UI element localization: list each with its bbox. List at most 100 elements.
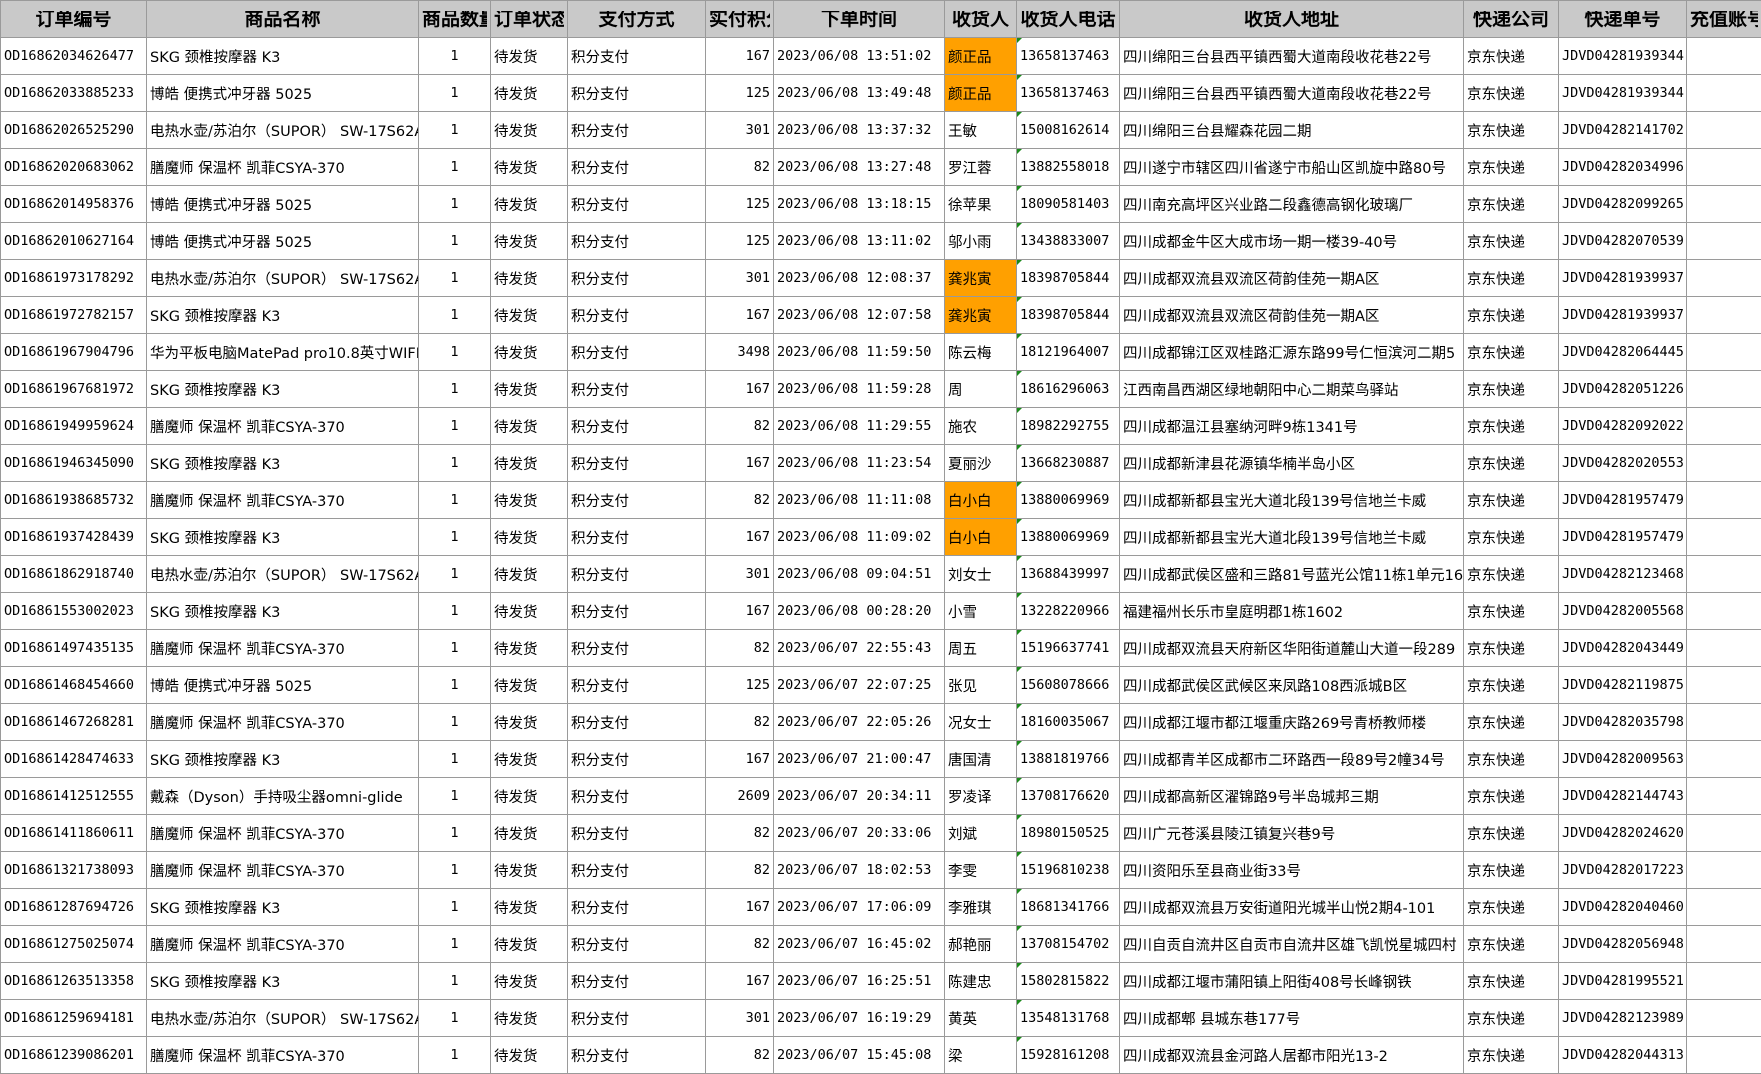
order-id-cell[interactable]: OD16861938685732 — [0, 481, 147, 519]
tracking-number-cell[interactable]: JDVD04282040460 — [1558, 888, 1687, 926]
tracking-number-cell[interactable]: JDVD04282123468 — [1558, 555, 1687, 593]
order-time-cell[interactable]: 2023/06/08 09:04:51 — [773, 555, 945, 593]
recharge-account-cell[interactable] — [1686, 333, 1761, 371]
tracking-number-cell[interactable]: JDVD04282009563 — [1558, 740, 1687, 778]
recipient-name-cell[interactable]: 王敏 — [944, 111, 1017, 149]
order-id-cell[interactable]: OD16861967681972 — [0, 370, 147, 408]
order-id-cell[interactable]: OD16861937428439 — [0, 518, 147, 556]
order-status-cell[interactable]: 待发货 — [490, 185, 568, 223]
order-time-cell[interactable]: 2023/06/08 13:27:48 — [773, 148, 945, 186]
order-time-cell[interactable]: 2023/06/07 16:25:51 — [773, 962, 945, 1000]
order-id-cell[interactable]: OD16861428474633 — [0, 740, 147, 778]
recipient-phone-cell[interactable]: 18121964007 — [1016, 333, 1120, 371]
courier-cell[interactable]: 京东快递 — [1463, 370, 1559, 408]
order-id-cell[interactable]: OD16861467268281 — [0, 703, 147, 741]
order-status-cell[interactable]: 待发货 — [490, 666, 568, 704]
quantity-cell[interactable]: 1 — [418, 999, 491, 1037]
recipient-address-cell[interactable]: 四川资阳乐至县商业街33号 — [1119, 851, 1464, 889]
tracking-number-cell[interactable]: JDVD04282064445 — [1558, 333, 1687, 371]
points-cell[interactable]: 82 — [705, 629, 774, 667]
courier-cell[interactable]: 京东快递 — [1463, 296, 1559, 334]
tracking-number-cell[interactable]: JDVD04281939344 — [1558, 37, 1687, 75]
recharge-account-cell[interactable] — [1686, 888, 1761, 926]
recipient-address-cell[interactable]: 四川成都郫 县城东巷177号 — [1119, 999, 1464, 1037]
recipient-phone-cell[interactable]: 15608078666 — [1016, 666, 1120, 704]
recipient-address-cell[interactable]: 四川成都双流县万安街道阳光城半山悦2期4-101 — [1119, 888, 1464, 926]
order-time-cell[interactable]: 2023/06/07 15:45:08 — [773, 1036, 945, 1074]
recipient-phone-cell[interactable]: 13708154702 — [1016, 925, 1120, 963]
points-cell[interactable]: 125 — [705, 185, 774, 223]
order-time-cell[interactable]: 2023/06/08 11:29:55 — [773, 407, 945, 445]
order-time-cell[interactable]: 2023/06/08 13:37:32 — [773, 111, 945, 149]
payment-method-cell[interactable]: 积分支付 — [567, 666, 706, 704]
tracking-number-cell[interactable]: JDVD04282035798 — [1558, 703, 1687, 741]
recipient-address-cell[interactable]: 四川绵阳三台县西平镇西蜀大道南段收花巷22号 — [1119, 74, 1464, 112]
payment-method-cell[interactable]: 积分支付 — [567, 148, 706, 186]
tracking-number-cell[interactable]: JDVD04282044313 — [1558, 1036, 1687, 1074]
recipient-phone-cell[interactable]: 18616296063 — [1016, 370, 1120, 408]
order-status-cell[interactable]: 待发货 — [490, 333, 568, 371]
product-name-cell[interactable]: 膳魔师 保温杯 凯菲CSYA-370 — [146, 703, 419, 741]
payment-method-cell[interactable]: 积分支付 — [567, 999, 706, 1037]
recipient-name-cell[interactable]: 黄英 — [944, 999, 1017, 1037]
recipient-name-cell[interactable]: 施农 — [944, 407, 1017, 445]
order-time-cell[interactable]: 2023/06/08 11:11:08 — [773, 481, 945, 519]
quantity-cell[interactable]: 1 — [418, 666, 491, 704]
courier-cell[interactable]: 京东快递 — [1463, 37, 1559, 75]
courier-cell[interactable]: 京东快递 — [1463, 592, 1559, 630]
product-name-cell[interactable]: 戴森（Dyson）手持吸尘器omni-glide — [146, 777, 419, 815]
recipient-name-cell[interactable]: 李雯 — [944, 851, 1017, 889]
order-status-cell[interactable]: 待发货 — [490, 888, 568, 926]
order-id-cell[interactable]: OD16861287694726 — [0, 888, 147, 926]
payment-method-cell[interactable]: 积分支付 — [567, 185, 706, 223]
order-status-cell[interactable]: 待发货 — [490, 777, 568, 815]
recipient-address-cell[interactable]: 四川成都江堰市蒲阳镇上阳街408号长峰钢铁 — [1119, 962, 1464, 1000]
courier-cell[interactable]: 京东快递 — [1463, 222, 1559, 260]
recipient-name-cell[interactable]: 颜正品 — [944, 74, 1017, 112]
payment-method-cell[interactable]: 积分支付 — [567, 37, 706, 75]
order-time-cell[interactable]: 2023/06/07 22:55:43 — [773, 629, 945, 667]
quantity-cell[interactable]: 1 — [418, 703, 491, 741]
product-name-cell[interactable]: SKG 颈椎按摩器 K3 — [146, 296, 419, 334]
product-name-cell[interactable]: SKG 颈椎按摩器 K3 — [146, 740, 419, 778]
courier-cell[interactable]: 京东快递 — [1463, 481, 1559, 519]
order-id-cell[interactable]: OD16861973178292 — [0, 259, 147, 297]
recipient-address-cell[interactable]: 四川成都温江县塞纳河畔9栋1341号 — [1119, 407, 1464, 445]
order-id-cell[interactable]: OD16862026525290 — [0, 111, 147, 149]
recharge-account-cell[interactable] — [1686, 481, 1761, 519]
payment-method-cell[interactable]: 积分支付 — [567, 925, 706, 963]
quantity-cell[interactable]: 1 — [418, 148, 491, 186]
recipient-address-cell[interactable]: 四川南充高坪区兴业路二段鑫德高钢化玻璃厂 — [1119, 185, 1464, 223]
order-time-cell[interactable]: 2023/06/07 20:33:06 — [773, 814, 945, 852]
recipient-phone-cell[interactable]: 18160035067 — [1016, 703, 1120, 741]
recipient-address-cell[interactable]: 福建福州长乐市皇庭明郡1栋1602 — [1119, 592, 1464, 630]
product-name-cell[interactable]: 博皓 便携式冲牙器 5025 — [146, 222, 419, 260]
product-name-cell[interactable]: SKG 颈椎按摩器 K3 — [146, 962, 419, 1000]
points-cell[interactable]: 82 — [705, 148, 774, 186]
points-cell[interactable]: 82 — [705, 407, 774, 445]
payment-method-cell[interactable]: 积分支付 — [567, 74, 706, 112]
courier-cell[interactable]: 京东快递 — [1463, 888, 1559, 926]
recipient-address-cell[interactable]: 四川遂宁市辖区四川省遂宁市船山区凯旋中路80号 — [1119, 148, 1464, 186]
recipient-phone-cell[interactable]: 13668230887 — [1016, 444, 1120, 482]
recharge-account-cell[interactable] — [1686, 222, 1761, 260]
tracking-number-cell[interactable]: JDVD04282043449 — [1558, 629, 1687, 667]
payment-method-cell[interactable]: 积分支付 — [567, 518, 706, 556]
recipient-phone-cell[interactable]: 13438833007 — [1016, 222, 1120, 260]
points-cell[interactable]: 167 — [705, 962, 774, 1000]
courier-cell[interactable]: 京东快递 — [1463, 740, 1559, 778]
order-time-cell[interactable]: 2023/06/07 17:06:09 — [773, 888, 945, 926]
payment-method-cell[interactable]: 积分支付 — [567, 851, 706, 889]
order-status-cell[interactable]: 待发货 — [490, 370, 568, 408]
payment-method-cell[interactable]: 积分支付 — [567, 296, 706, 334]
points-cell[interactable]: 82 — [705, 703, 774, 741]
order-id-cell[interactable]: OD16861263513358 — [0, 962, 147, 1000]
order-status-cell[interactable]: 待发货 — [490, 925, 568, 963]
recipient-phone-cell[interactable]: 15802815822 — [1016, 962, 1120, 1000]
recipient-name-cell[interactable]: 小雪 — [944, 592, 1017, 630]
payment-method-cell[interactable]: 积分支付 — [567, 222, 706, 260]
recipient-phone-cell[interactable]: 13658137463 — [1016, 37, 1120, 75]
order-status-cell[interactable]: 待发货 — [490, 1036, 568, 1074]
recharge-account-cell[interactable] — [1686, 629, 1761, 667]
order-time-cell[interactable]: 2023/06/08 13:11:02 — [773, 222, 945, 260]
